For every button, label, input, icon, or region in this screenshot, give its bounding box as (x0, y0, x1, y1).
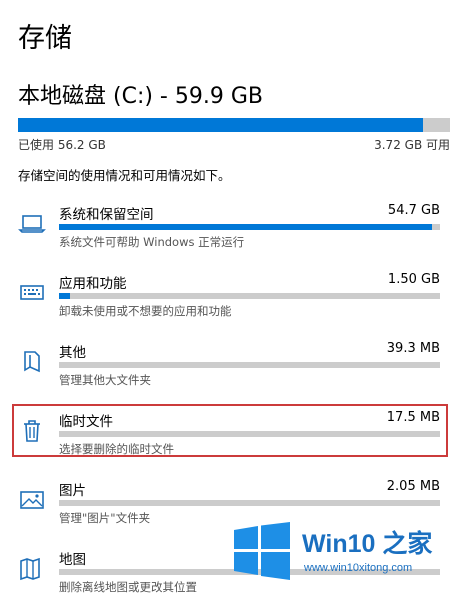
storage-item-other[interactable]: 其他 39.3 MB 管理其他大文件夹 (14, 341, 448, 403)
used-space-label: 已使用 56.2 GB (18, 138, 106, 152)
keyboard-icon (18, 278, 46, 306)
storage-item-label: 系统和保留空间 (59, 207, 154, 223)
storage-item-label: 应用和功能 (59, 276, 127, 292)
storage-item-subtitle: 卸载未使用或不想要的应用和功能 (59, 304, 232, 318)
storage-item-label: 其他 (59, 345, 86, 361)
laptop-icon (18, 209, 46, 237)
storage-item-size: 39.3 MB (386, 341, 440, 356)
storage-item-apps[interactable]: 应用和功能 1.50 GB 卸载未使用或不想要的应用和功能 (14, 272, 448, 334)
trash-icon (18, 416, 46, 444)
storage-item-bar-fill (59, 293, 71, 299)
storage-item-temp-files[interactable]: 临时文件 17.5 MB 选择要删除的临时文件 (14, 410, 448, 472)
document-icon (18, 347, 46, 375)
storage-item-label: 地图 (59, 552, 86, 568)
storage-item-bar (59, 293, 440, 299)
storage-item-system[interactable]: 系统和保留空间 54.7 GB 系统文件可帮助 Windows 正常运行 (14, 203, 448, 265)
storage-item-size: 2.05 MB (386, 479, 440, 494)
storage-item-size: 1.50 GB (387, 272, 440, 287)
picture-icon (18, 485, 46, 513)
storage-item-label: 临时文件 (59, 414, 113, 430)
storage-item-bar (59, 362, 440, 368)
storage-item-bar (59, 500, 440, 506)
watermark-url: www.win10xitong.com (304, 562, 413, 574)
storage-item-subtitle: 管理"图片"文件夹 (59, 511, 151, 525)
drive-usage-fill (18, 118, 424, 132)
storage-item-label: 图片 (59, 483, 86, 499)
storage-item-bar (59, 224, 440, 230)
storage-item-subtitle: 系统文件可帮助 Windows 正常运行 (59, 235, 245, 249)
windows-logo-icon (234, 522, 290, 580)
drive-title: 本地磁盘 (C:) - 59.9 GB (18, 84, 263, 109)
storage-item-bar (59, 431, 440, 437)
map-icon (18, 554, 46, 582)
watermark: Win10 之家 www.win10xitong.com (228, 520, 460, 582)
storage-item-subtitle: 选择要删除的临时文件 (59, 442, 174, 456)
storage-item-subtitle: 管理其他大文件夹 (59, 373, 151, 387)
storage-item-size: 17.5 MB (386, 410, 440, 425)
watermark-title: Win10 之家 (302, 530, 433, 558)
usage-description: 存储空间的使用情况和可用情况如下。 (18, 168, 231, 183)
free-space-label: 3.72 GB 可用 (374, 138, 450, 152)
page-title: 存储 (18, 23, 72, 54)
storage-item-size: 54.7 GB (387, 203, 440, 218)
storage-item-bar-fill (59, 224, 433, 230)
drive-usage-bar (18, 118, 450, 132)
